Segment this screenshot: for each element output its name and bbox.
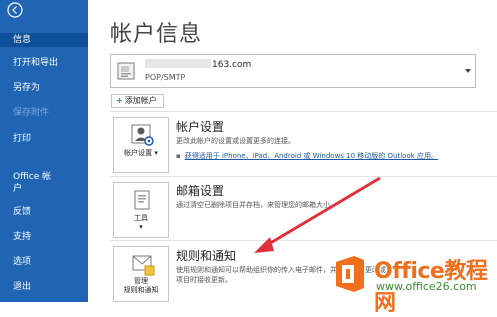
back-arrow-icon[interactable] bbox=[6, 2, 24, 18]
rules-alerts-desc: 使用规则和通知可以帮助组织你的传入电子邮件，并在添加、更改或删除项目时接收更新。 bbox=[176, 266, 400, 284]
account-settings-tile[interactable]: 帐户设置 ▾ bbox=[113, 117, 169, 173]
account-email: 163.com bbox=[145, 59, 251, 70]
plus-icon: + bbox=[116, 96, 123, 105]
mailbox-settings-title: 邮箱设置 bbox=[176, 184, 225, 198]
add-account-button[interactable]: + 添加帐户 bbox=[111, 94, 164, 108]
divider bbox=[110, 111, 497, 112]
manage-rules-tile-label: 管理 规则和通知 bbox=[123, 277, 159, 294]
watermark-url: www.office26.com bbox=[376, 280, 477, 293]
sidebar-item-print[interactable]: 打印 bbox=[0, 133, 88, 145]
account-selector[interactable]: 163.com POP/SMTP bbox=[110, 54, 476, 88]
sidebar-item-save-as[interactable]: 另存为 bbox=[0, 82, 88, 94]
sidebar-item-options[interactable]: 选项 bbox=[0, 256, 88, 268]
divider bbox=[110, 176, 497, 177]
sidebar-item-support[interactable]: 支持 bbox=[0, 231, 88, 243]
mailbox-tools-tile-label: 工具 ▾ bbox=[134, 214, 148, 231]
mailbox-settings-desc: 通过清空已删除项目并存档，来管理您的邮箱大小。 bbox=[176, 201, 337, 209]
bullet-icon: ▪ bbox=[176, 152, 181, 160]
account-settings-icon bbox=[131, 124, 154, 146]
rules-alerts-title: 规则和通知 bbox=[176, 249, 237, 263]
mailbox-tools-tile[interactable]: 工具 ▾ bbox=[113, 182, 169, 238]
backstage-sidebar: 信息 打开和导出 另存为 保存附件 打印 Office 帐户 反馈 支持 选项 … bbox=[0, 0, 88, 302]
account-settings-title: 帐户设置 bbox=[176, 120, 225, 134]
account-type: POP/SMTP bbox=[145, 73, 186, 82]
mailbox-tools-icon bbox=[134, 190, 150, 210]
sidebar-item-office-account[interactable]: Office 帐户 bbox=[0, 171, 60, 195]
sidebar-item-save-attachments: 保存附件 bbox=[13, 108, 50, 118]
office-logo-icon bbox=[336, 256, 364, 292]
email-redaction bbox=[145, 59, 211, 68]
sidebar-item-exit[interactable]: 退出 bbox=[0, 281, 88, 293]
account-settings-desc: 更改此帐户的设置或设置更多的连接。 bbox=[176, 137, 295, 145]
divider bbox=[110, 240, 497, 241]
chevron-down-icon[interactable] bbox=[465, 69, 471, 73]
page-title: 帐户信息 bbox=[110, 22, 203, 47]
sidebar-item-open-export[interactable]: 打开和导出 bbox=[0, 57, 88, 69]
sidebar-item-feedback[interactable]: 反馈 bbox=[0, 206, 88, 218]
account-settings-tile-label: 帐户设置 ▾ bbox=[124, 149, 158, 157]
outlook-app-link[interactable]: ▪ 获得适用于 iPhone、iPad、Android 或 Windows 10 … bbox=[176, 151, 438, 161]
rules-alerts-icon bbox=[132, 255, 155, 276]
sidebar-item-info[interactable]: 信息 bbox=[0, 33, 88, 47]
manage-rules-tile[interactable]: 管理 规则和通知 bbox=[113, 246, 169, 302]
mail-account-icon bbox=[117, 62, 135, 80]
